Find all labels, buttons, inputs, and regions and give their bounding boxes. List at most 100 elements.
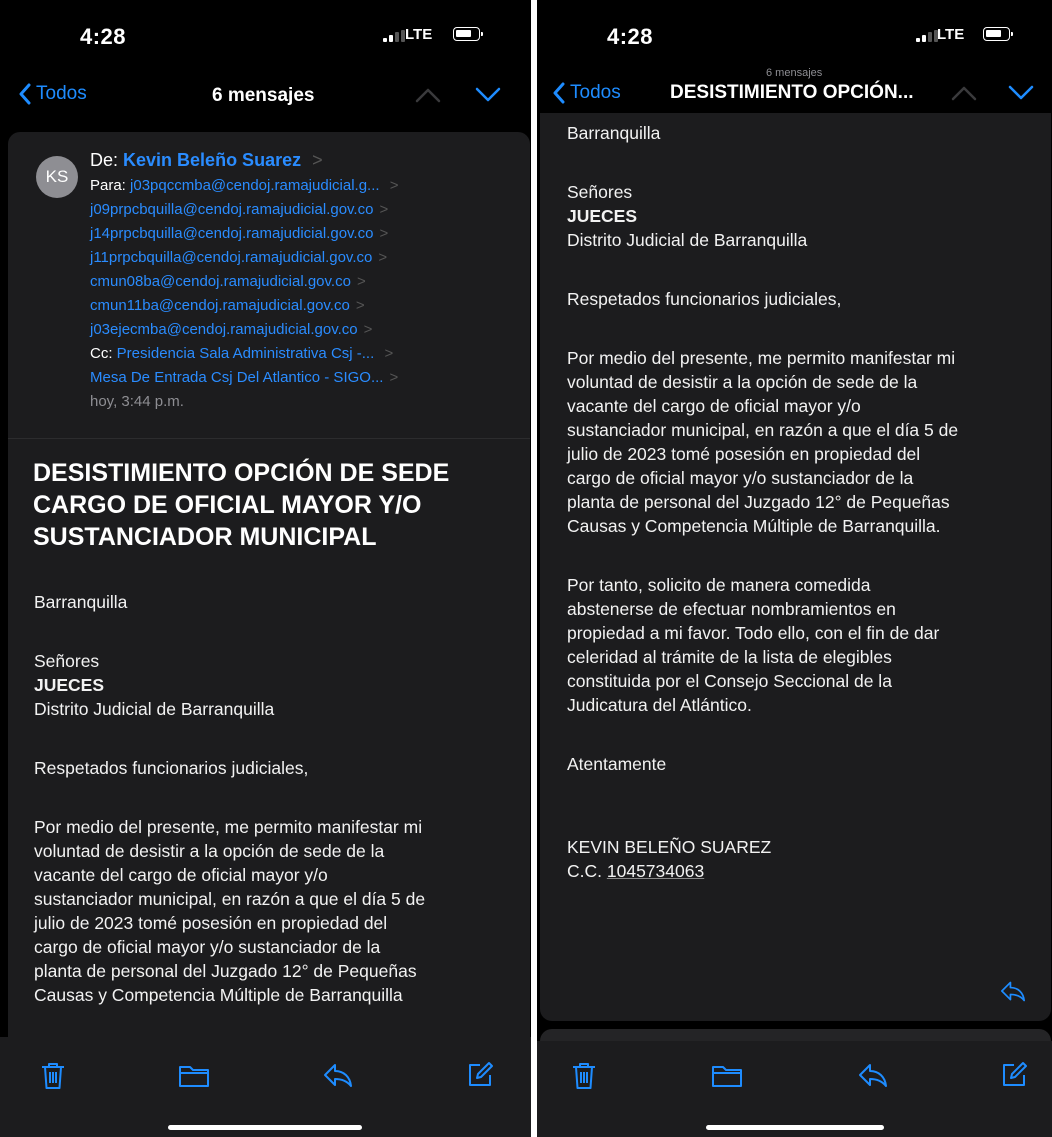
battery-icon bbox=[983, 27, 1013, 41]
body-line: cargo de oficial mayor y/o sustanciador … bbox=[34, 937, 381, 957]
from-label: De: bbox=[90, 150, 119, 170]
recipient-row[interactable]: j11prpcbquilla@cendoj.ramajudicial.gov.c… bbox=[90, 249, 387, 266]
status-time: 4:28 bbox=[607, 24, 654, 49]
header-divider bbox=[8, 438, 530, 439]
chevron-right-icon: > bbox=[312, 150, 323, 170]
body-line: vacante del cargo de oficial mayor y/o bbox=[567, 396, 861, 416]
status-time: 4:28 bbox=[80, 24, 127, 49]
body-closing: Atentamente bbox=[567, 754, 667, 774]
subject-line: DESISTIMIENTO OPCIÓN DE SEDE bbox=[33, 459, 450, 487]
email-body: Barranquilla Señores JUECES Distrito Jud… bbox=[567, 121, 958, 883]
message-date: hoy, 3:44 p.m. bbox=[90, 393, 184, 410]
back-button[interactable]: Todos bbox=[18, 83, 87, 105]
recipient-address[interactable]: j03ejecmba@cendoj.ramajudicial.gov.co bbox=[90, 321, 358, 338]
chevron-up-icon[interactable] bbox=[414, 86, 442, 104]
body-line: abstenerse de efectuar nombramientos en bbox=[567, 599, 896, 619]
recipient-address[interactable]: j03pqccmba@cendoj.ramajudicial.g... bbox=[130, 177, 380, 194]
body-paragraph-1: Por medio del presente, me permito manif… bbox=[567, 346, 958, 538]
home-indicator[interactable] bbox=[168, 1125, 362, 1130]
chevron-right-icon: > bbox=[355, 297, 365, 314]
body-city: Barranquilla bbox=[567, 123, 661, 143]
nav-title: DESISTIMIENTO OPCIÓN... bbox=[670, 82, 914, 103]
nav-title: 6 mensajes bbox=[212, 85, 315, 106]
back-label: Todos bbox=[570, 82, 621, 103]
to-line: Para: j03pqccmba@cendoj.ramajudicial.g..… bbox=[90, 177, 399, 194]
recipient-address[interactable]: j14prpcbquilla@cendoj.ramajudicial.gov.c… bbox=[90, 225, 373, 242]
status-bar: 4:28 LTE bbox=[537, 0, 1052, 70]
compose-icon[interactable] bbox=[466, 1061, 494, 1089]
to-label: Para: bbox=[90, 177, 126, 194]
chevron-right-icon: > bbox=[384, 345, 394, 362]
status-bar: 4:28 LTE bbox=[0, 0, 531, 70]
cc-row[interactable]: Mesa De Entrada Csj Del Atlantico - SIGO… bbox=[90, 369, 398, 386]
chevron-right-icon: > bbox=[363, 321, 373, 338]
body-line: Causas y Competencia Múltiple de Barranq… bbox=[567, 516, 941, 536]
avatar[interactable]: KS bbox=[36, 156, 78, 198]
battery-icon bbox=[453, 27, 483, 41]
signal-icon bbox=[916, 30, 938, 42]
signature-id: C.C. 1045734063 bbox=[567, 859, 958, 883]
network-label: LTE bbox=[405, 26, 433, 43]
nav-bar: Todos 6 mensajes bbox=[0, 75, 531, 115]
bottom-toolbar bbox=[537, 1041, 1052, 1137]
body-line: cargo de oficial mayor y/o sustanciador … bbox=[567, 468, 914, 488]
folder-icon[interactable] bbox=[178, 1061, 210, 1089]
reply-icon[interactable] bbox=[857, 1061, 889, 1089]
id-number-link[interactable]: 1045734063 bbox=[607, 861, 704, 881]
chevron-down-icon[interactable] bbox=[474, 86, 502, 104]
body-line: sustanciador municipal, en razón a que e… bbox=[567, 420, 959, 440]
back-label: Todos bbox=[36, 83, 87, 104]
chevron-right-icon: > bbox=[378, 249, 388, 266]
body-line: Por medio del presente, me permito manif… bbox=[34, 817, 423, 837]
recipient-row[interactable]: j03ejecmba@cendoj.ramajudicial.gov.co > bbox=[90, 321, 372, 338]
body-district: Distrito Judicial de Barranquilla bbox=[567, 230, 808, 250]
home-indicator[interactable] bbox=[706, 1125, 884, 1130]
body-line: planta de personal del Juzgado 12° de Pe… bbox=[567, 492, 950, 512]
recipient-address[interactable]: cmun11ba@cendoj.ramajudicial.gov.co bbox=[90, 297, 350, 314]
id-label: C.C. bbox=[567, 861, 602, 881]
email-body: Barranquilla Señores JUECES Distrito Jud… bbox=[34, 590, 425, 1007]
message-count: 6 mensajes bbox=[766, 67, 823, 79]
recipient-row[interactable]: cmun11ba@cendoj.ramajudicial.gov.co > bbox=[90, 297, 365, 314]
recipient-address[interactable]: cmun08ba@cendoj.ramajudicial.gov.co bbox=[90, 273, 351, 290]
reply-icon[interactable] bbox=[999, 979, 1027, 1003]
recipient-row[interactable]: cmun08ba@cendoj.ramajudicial.gov.co > bbox=[90, 273, 366, 290]
body-salutation: Señores bbox=[34, 651, 100, 671]
chevron-up-icon[interactable] bbox=[950, 84, 978, 102]
message-card: KS De: Kevin Beleño Suarez > Para: j03pq… bbox=[8, 132, 530, 1082]
recipient-address[interactable]: j09prpcbquilla@cendoj.ramajudicial.gov.c… bbox=[90, 201, 373, 218]
subject-line: SUSTANCIADOR MUNICIPAL bbox=[33, 523, 377, 551]
body-line: julio de 2023 tomé posesión en propiedad… bbox=[567, 444, 921, 464]
body-line: sustanciador municipal, en razón a que e… bbox=[34, 889, 426, 909]
body-line: voluntad de desistir a la opción de sede… bbox=[34, 841, 385, 861]
chevron-right-icon: > bbox=[356, 273, 366, 290]
chevron-left-icon bbox=[553, 82, 565, 104]
signature-name: KEVIN BELEÑO SUAREZ bbox=[567, 837, 772, 857]
recipient-address[interactable]: j11prpcbquilla@cendoj.ramajudicial.gov.c… bbox=[90, 249, 372, 266]
sender-name[interactable]: Kevin Beleño Suarez bbox=[123, 150, 301, 170]
chevron-right-icon: > bbox=[389, 369, 399, 386]
body-line: Por tanto, solicito de manera comedida bbox=[567, 575, 871, 595]
recipient-row[interactable]: j14prpcbquilla@cendoj.ramajudicial.gov.c… bbox=[90, 225, 388, 242]
chevron-down-icon[interactable] bbox=[1007, 84, 1035, 102]
back-button[interactable]: Todos bbox=[552, 82, 621, 104]
cc-label: Cc: bbox=[90, 345, 113, 362]
from-line: De: Kevin Beleño Suarez > bbox=[90, 150, 323, 171]
cc-address[interactable]: Presidencia Sala Administrativa Csj -... bbox=[117, 345, 375, 362]
body-line: celeridad al trámite de la lista de eleg… bbox=[567, 647, 892, 667]
cc-line: Cc: Presidencia Sala Administrativa Csj … bbox=[90, 345, 393, 362]
next-message-card[interactable] bbox=[540, 1029, 1051, 1041]
bottom-toolbar bbox=[0, 1037, 531, 1137]
body-line: voluntad de desistir a la opción de sede… bbox=[567, 372, 918, 392]
chevron-right-icon: > bbox=[379, 201, 389, 218]
folder-icon[interactable] bbox=[711, 1061, 743, 1089]
recipient-row[interactable]: j09prpcbquilla@cendoj.ramajudicial.gov.c… bbox=[90, 201, 388, 218]
trash-icon[interactable] bbox=[40, 1061, 66, 1091]
body-line: Causas y Competencia Múltiple de Barranq… bbox=[34, 985, 403, 1005]
trash-icon[interactable] bbox=[571, 1061, 597, 1091]
body-line: constituida por el Consejo Seccional de … bbox=[567, 671, 892, 691]
cc-address[interactable]: Mesa De Entrada Csj Del Atlantico - SIGO… bbox=[90, 369, 383, 386]
compose-icon[interactable] bbox=[1000, 1061, 1028, 1089]
reply-icon[interactable] bbox=[322, 1061, 354, 1089]
subject-line: CARGO DE OFICIAL MAYOR Y/O bbox=[33, 491, 422, 519]
